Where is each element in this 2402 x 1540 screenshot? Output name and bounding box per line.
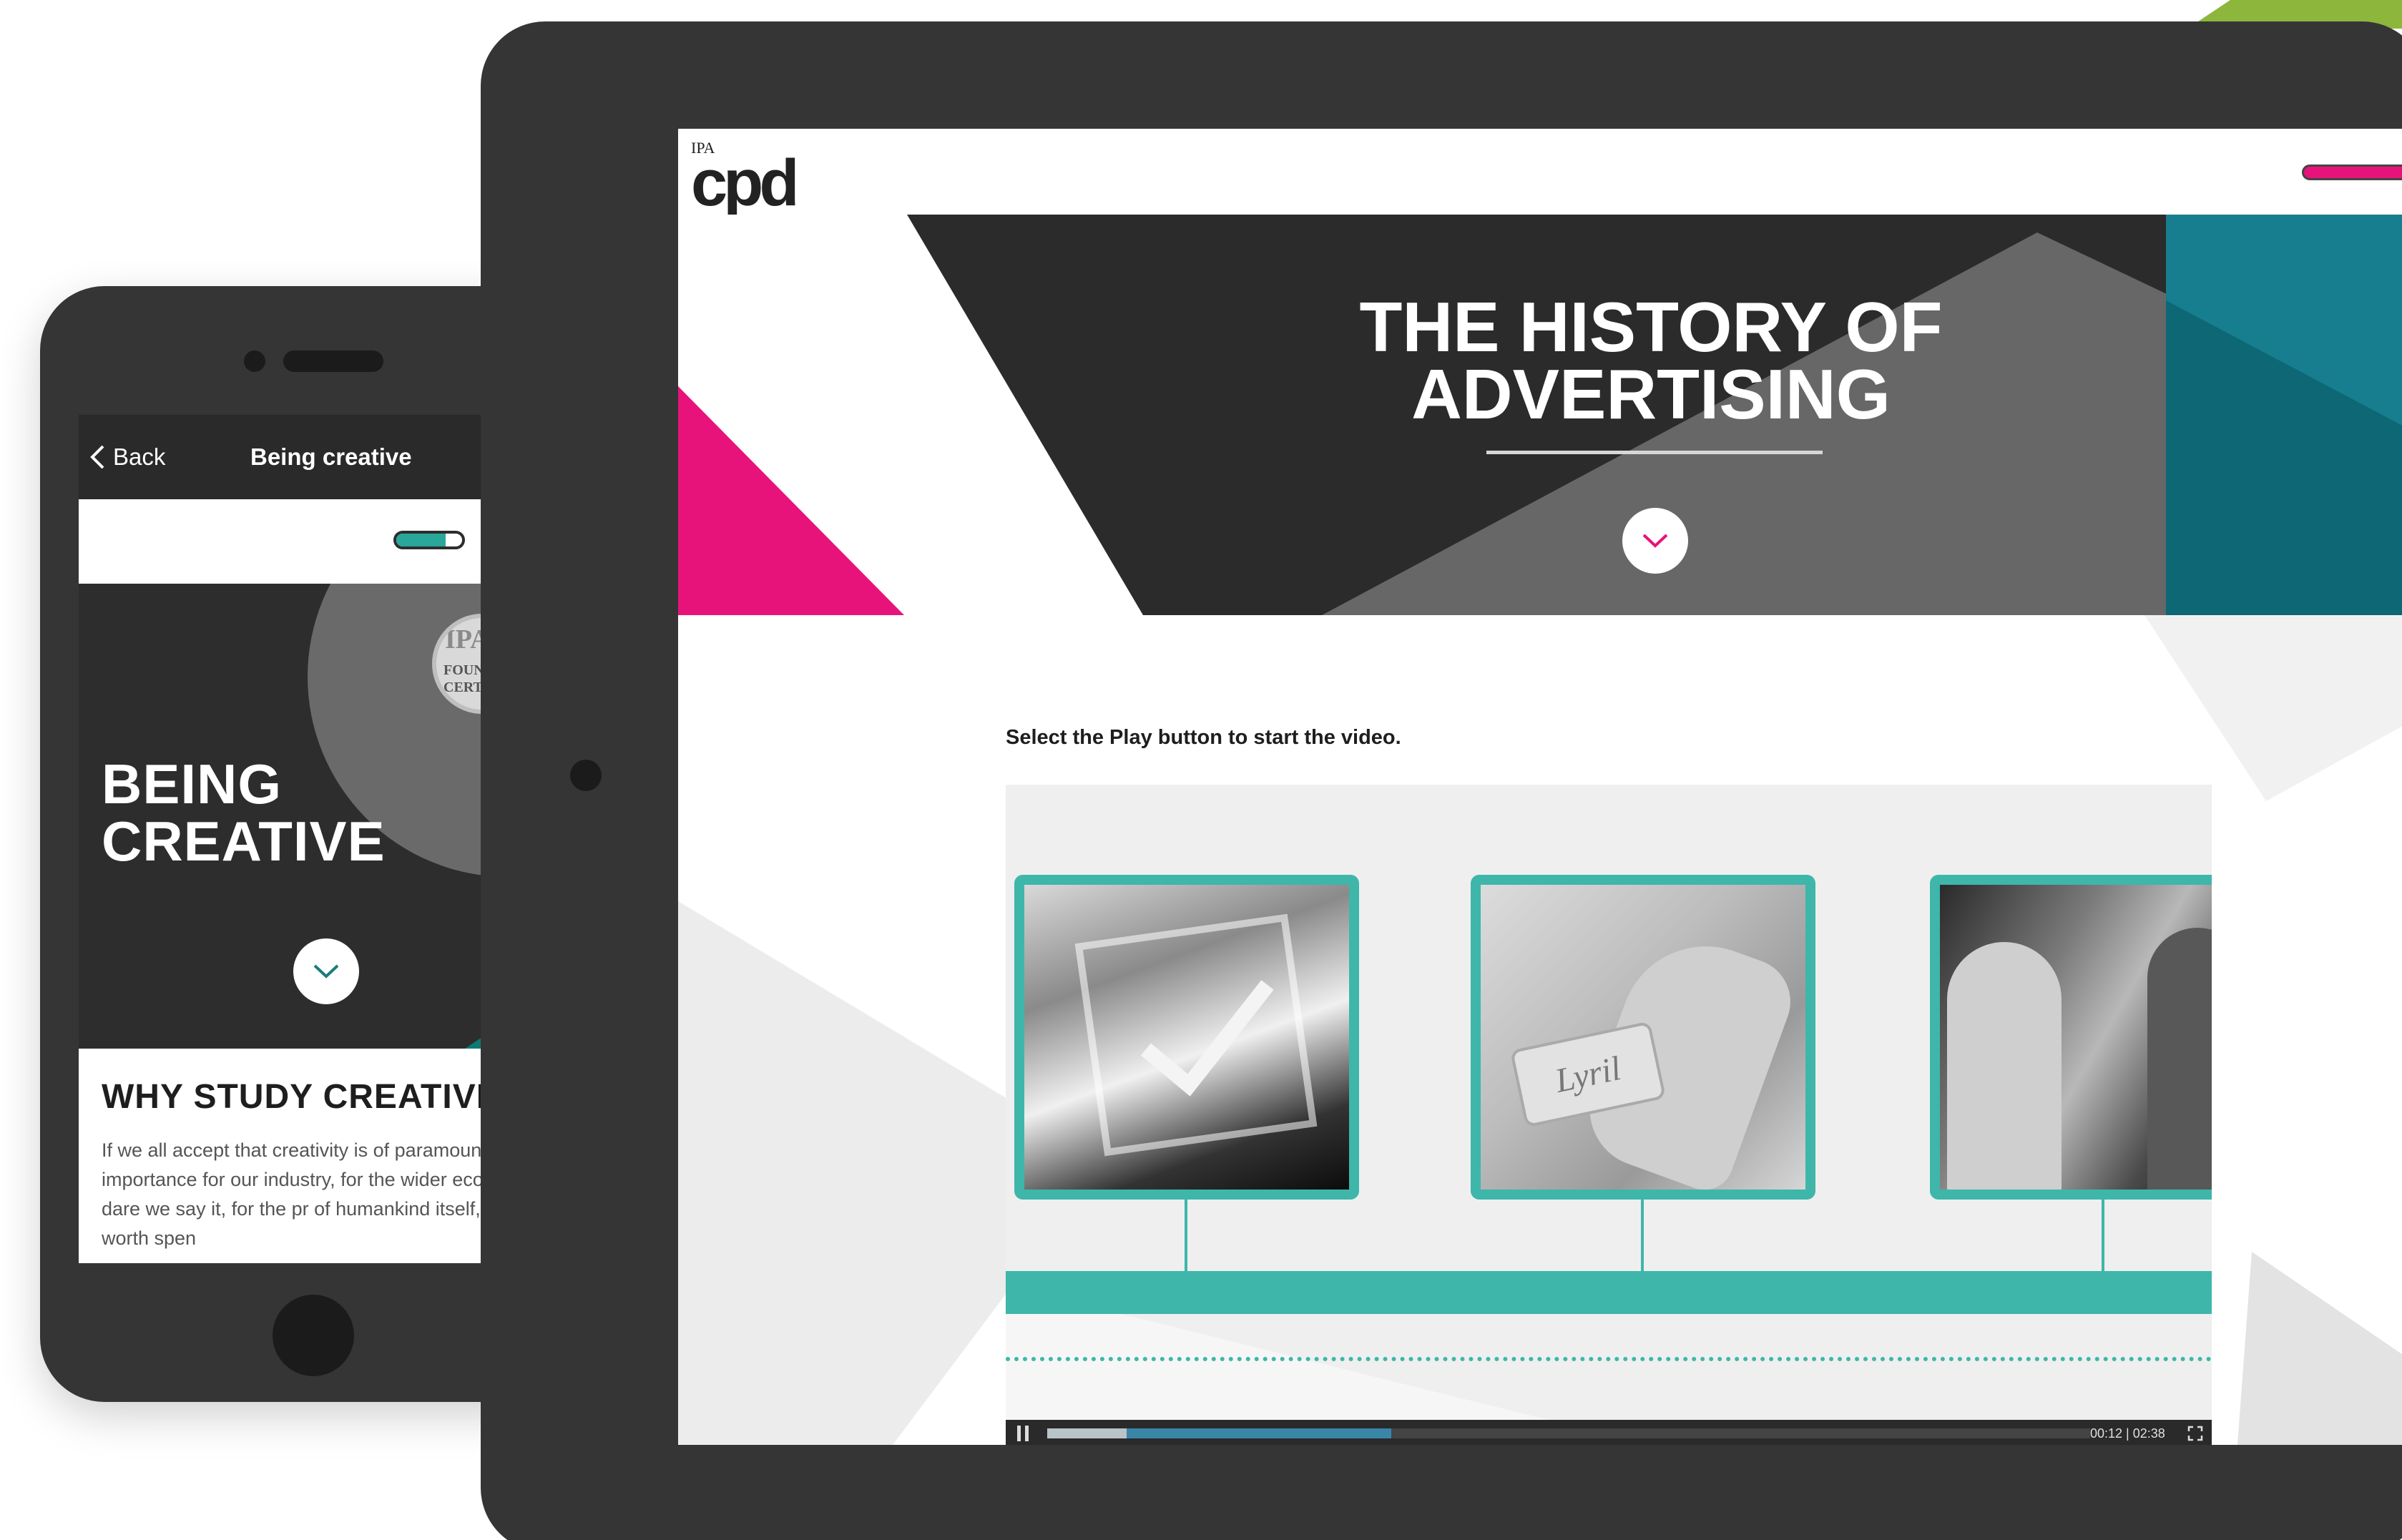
pause-icon bbox=[1025, 1426, 1029, 1441]
chevron-down-icon bbox=[1642, 534, 1668, 548]
chevron-left-icon bbox=[90, 445, 104, 469]
seek-bar[interactable] bbox=[1047, 1428, 2090, 1438]
phone-home-button[interactable] bbox=[273, 1295, 354, 1376]
badge-line1: FOUN bbox=[443, 662, 484, 678]
pause-icon bbox=[1017, 1426, 1021, 1441]
timeline-thumbnail bbox=[1930, 875, 2212, 1200]
pause-button[interactable] bbox=[1017, 1426, 1030, 1441]
timeline-thumbnail bbox=[1014, 875, 1359, 1200]
tablet-camera bbox=[570, 760, 602, 791]
hero-divider bbox=[1486, 451, 1823, 454]
back-label: Back bbox=[113, 443, 166, 470]
fullscreen-icon[interactable] bbox=[2187, 1426, 2203, 1441]
video-controls: 00:12 | 02:38 bbox=[1006, 1420, 2212, 1445]
phone-camera bbox=[244, 350, 265, 372]
tablet-screen: IPA cpd THE HISTORY OF ADVERTISING Selec… bbox=[678, 129, 2402, 1445]
progress-indicator bbox=[393, 531, 465, 549]
scroll-down-button[interactable] bbox=[293, 938, 359, 1004]
phone-speaker bbox=[283, 350, 383, 372]
timeline-connector bbox=[1641, 1200, 1644, 1271]
section-heading: WHY STUDY CREATIVI bbox=[102, 1078, 487, 1116]
hero-banner: THE HISTORY OF ADVERTISING bbox=[678, 215, 2402, 615]
video-player[interactable]: Lyril 00:12 | 02:38 bbox=[1006, 785, 2212, 1445]
person-image bbox=[1947, 942, 2062, 1190]
check-mark-image bbox=[1140, 980, 1274, 1097]
scroll-down-button[interactable] bbox=[1622, 508, 1688, 574]
logo-main-text: cpd bbox=[691, 147, 800, 220]
time-display: 00:12 | 02:38 bbox=[2090, 1426, 2165, 1441]
phone-hero-title-line2: CREATIVE bbox=[102, 810, 386, 873]
header-progress-bar bbox=[2302, 165, 2402, 180]
chevron-down-icon bbox=[313, 964, 339, 979]
phone-hero-title: BEING CREATIVE bbox=[102, 755, 386, 870]
phone-hero-title-line1: BEING bbox=[102, 752, 283, 815]
content-area: Select the Play button to start the vide… bbox=[678, 615, 2402, 1445]
progress-fill bbox=[396, 534, 446, 546]
video-instruction: Select the Play button to start the vide… bbox=[1006, 726, 1401, 749]
ipa-cpd-logo[interactable]: IPA cpd bbox=[691, 133, 800, 220]
seek-played bbox=[1047, 1428, 1127, 1438]
timeline-connector bbox=[2102, 1200, 2104, 1271]
hero-title-line2: ADVERTISING bbox=[1411, 355, 1891, 433]
site-header: IPA cpd bbox=[678, 129, 2402, 220]
tablet-device: IPA cpd THE HISTORY OF ADVERTISING Selec… bbox=[481, 21, 2402, 1540]
badge-line2: CERT bbox=[443, 680, 483, 695]
person-image bbox=[2147, 928, 2212, 1190]
hero-title-line1: THE HISTORY OF bbox=[1359, 288, 1943, 366]
phone-nav-title: Being creative bbox=[250, 443, 412, 470]
timeline-thumbnail: Lyril bbox=[1471, 875, 1815, 1200]
hero-title: THE HISTORY OF ADVERTISING bbox=[1293, 288, 2009, 433]
timeline-dotted-line bbox=[1006, 1357, 2212, 1361]
timeline-connector bbox=[1185, 1200, 1187, 1271]
back-button[interactable]: Back bbox=[89, 443, 165, 471]
timeline-bar bbox=[1006, 1271, 2212, 1314]
